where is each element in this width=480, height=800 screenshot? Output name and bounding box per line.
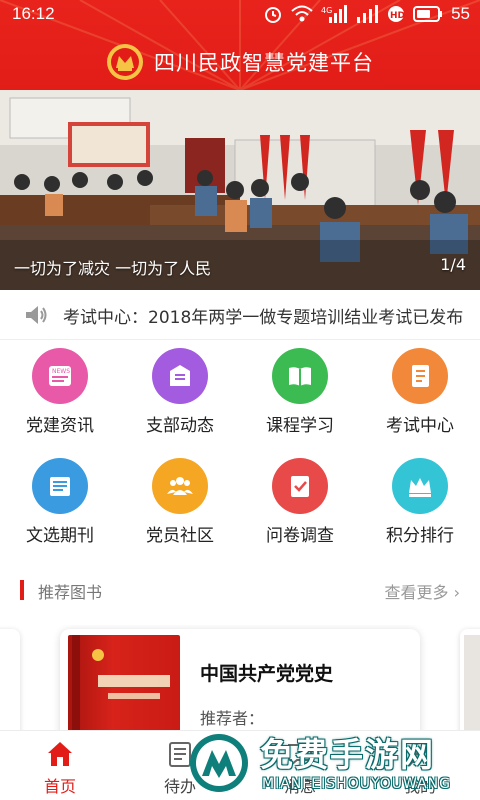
battery-level: 55: [451, 4, 470, 23]
notice-marquee[interactable]: 考试中心：2018年两学一做专题培训结业考试已发布: [0, 290, 480, 340]
chevron-right-icon: ›: [453, 583, 460, 602]
book-card-next[interactable]: [460, 629, 480, 735]
network-label: 4G: [321, 6, 332, 15]
carousel-pager: 1/4: [440, 255, 466, 274]
book-cover-image: [68, 635, 180, 735]
page-title: 四川民政智慧党建平台: [154, 51, 374, 75]
party-emblem-logo: [107, 44, 143, 80]
menu-label: 支部动态: [146, 416, 214, 436]
ranking-icon: [392, 458, 448, 514]
section-accent-bar: [20, 580, 24, 600]
svg-text:NEWS: NEWS: [52, 368, 70, 375]
menu-item-news[interactable]: NEWS 党建资讯: [0, 345, 120, 455]
tab-home[interactable]: 首页: [0, 731, 120, 800]
speaker-icon: [26, 306, 47, 324]
notice-text: 考试中心：2018年两学一做专题培训结业考试已发布: [63, 308, 464, 328]
tab-label: 首页: [43, 777, 76, 796]
book-icon: [272, 348, 328, 404]
menu-label: 问卷调查: [266, 526, 334, 546]
menu-item-community[interactable]: 党员社区: [120, 455, 240, 565]
carousel-caption: 一切为了减灾 一切为了人民: [14, 259, 212, 278]
notice-icon: [152, 348, 208, 404]
book-carousel[interactable]: 中国共产党党史 推荐者：: [0, 625, 480, 735]
news-icon: NEWS: [32, 348, 88, 404]
signal-4g-icon: 4G: [321, 5, 348, 23]
app-header: 16:12 4G HD 55 四川民政智慧党建平台: [0, 0, 480, 90]
home-icon: [48, 742, 72, 766]
menu-item-exam[interactable]: 考试中心: [360, 345, 480, 455]
hd-icon: HD: [388, 6, 405, 22]
menu-item-ranking[interactable]: 积分排行: [360, 455, 480, 565]
wifi-icon: [291, 5, 313, 22]
svg-text:HD: HD: [390, 11, 405, 21]
menu-item-survey[interactable]: 问卷调查: [240, 455, 360, 565]
community-icon: [152, 458, 208, 514]
journal-icon: [32, 458, 88, 514]
book-recommender: 推荐者：: [200, 709, 265, 728]
menu-item-branch-news[interactable]: 支部动态: [120, 345, 240, 455]
watermark-text: 免费手游网: [260, 735, 435, 774]
survey-icon: [272, 458, 328, 514]
book-card[interactable]: 中国共产党党史 推荐者：: [60, 629, 420, 735]
exam-icon: [392, 348, 448, 404]
watermark-logo-icon: [190, 734, 248, 792]
menu-item-journal[interactable]: 文选期刊: [0, 455, 120, 565]
site-watermark: 免费手游网 MIANFEISHOUYOUWANG: [188, 728, 480, 800]
status-bar: 16:12 4G HD 55: [0, 0, 480, 30]
book-card-previous[interactable]: [0, 629, 20, 735]
battery-icon: [413, 6, 443, 22]
menu-label: 考试中心: [386, 416, 454, 436]
menu-label: 文选期刊: [26, 526, 94, 546]
book-title: 中国共产党党史: [200, 663, 334, 685]
menu-label: 党建资讯: [26, 416, 94, 436]
view-more-link[interactable]: 查看更多 ›: [384, 579, 460, 603]
recommend-books-header: 推荐图书 查看更多 ›: [0, 572, 480, 608]
status-time: 16:12: [12, 4, 55, 23]
menu-label: 积分排行: [386, 526, 454, 546]
menu-item-course[interactable]: 课程学习: [240, 345, 360, 455]
menu-label: 党员社区: [146, 526, 214, 546]
signal-icon: [357, 5, 379, 23]
watermark-subtext: MIANFEISHOUYOUWANG: [262, 776, 451, 792]
alarm-icon: [265, 7, 282, 23]
menu-label: 课程学习: [266, 416, 334, 436]
section-title: 推荐图书: [38, 583, 103, 602]
view-more-label: 查看更多: [384, 583, 449, 602]
